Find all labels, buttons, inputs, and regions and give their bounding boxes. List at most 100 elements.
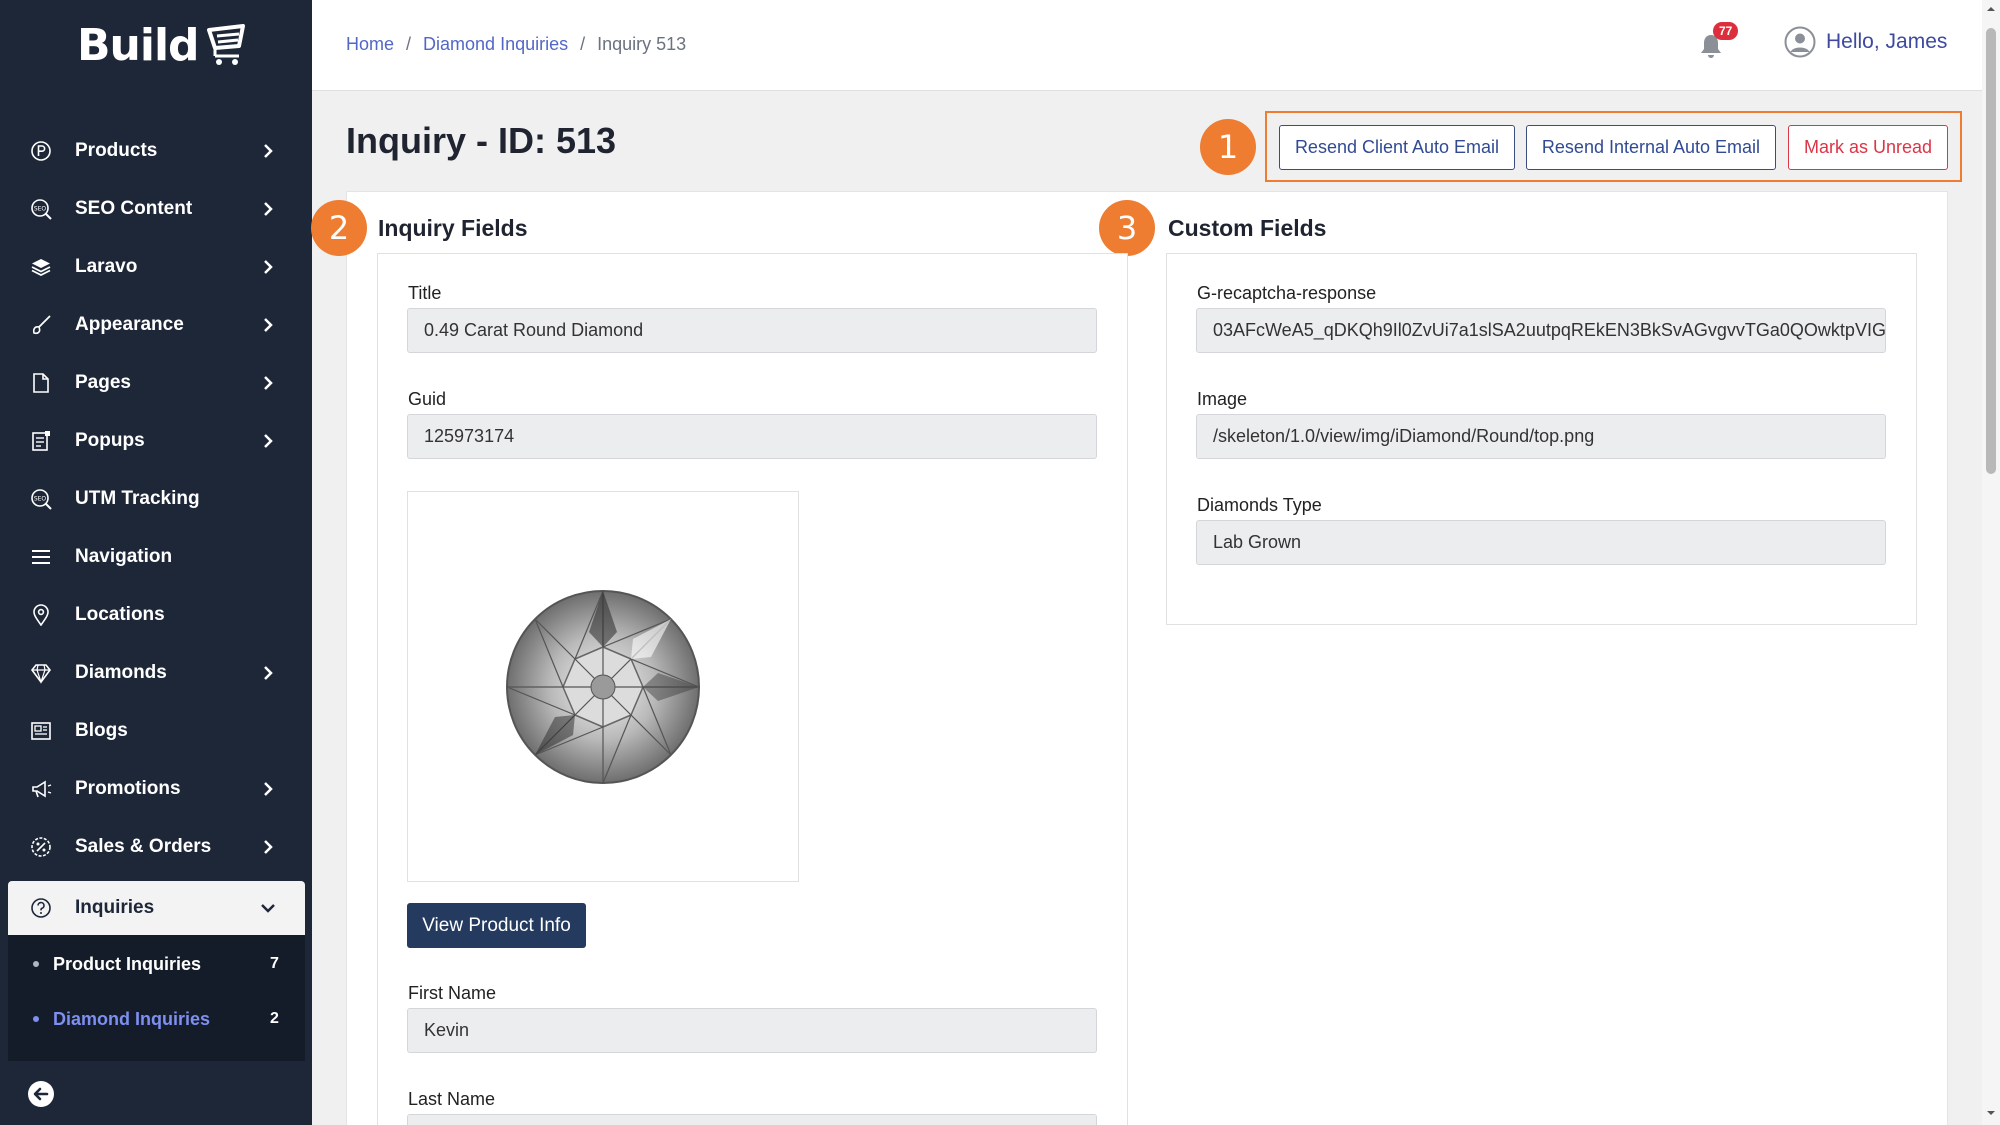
sidebar-item-sales-orders[interactable]: Sales & Orders	[8, 820, 305, 874]
sidebar-item-label: Navigation	[75, 546, 173, 567]
recaptcha-label: G-recaptcha-response	[1197, 283, 1377, 303]
sidebar-item-pages[interactable]: Pages	[8, 356, 305, 410]
step-marker-1: 1	[1200, 119, 1256, 175]
chevron-right-icon	[264, 318, 273, 332]
breadcrumb-separator: /	[580, 34, 586, 54]
brush-icon	[28, 312, 54, 338]
round-diamond-image	[506, 589, 700, 784]
sidebar-item-laravo[interactable]: Laravo	[8, 240, 305, 294]
bullet-dot	[33, 961, 39, 967]
submenu-item-count: 2	[270, 1010, 279, 1027]
view-product-info-button[interactable]: View Product Info	[407, 903, 586, 948]
sidebar-item-label: Blogs	[75, 720, 128, 741]
title-label: Title	[408, 283, 442, 303]
sidebar-item-label: UTM Tracking	[75, 488, 200, 509]
chevron-right-icon	[264, 840, 273, 854]
diamonds-type-field[interactable]: Lab Grown	[1196, 520, 1886, 565]
sidebar-item-navigation[interactable]: Navigation	[8, 530, 305, 584]
page-scrollbar[interactable]	[1982, 0, 2000, 1125]
breadcrumb: Home / Diamond Inquiries / Inquiry 513	[346, 34, 686, 55]
sidebar-item-label: Sales & Orders	[75, 836, 212, 857]
logo[interactable]: Build	[77, 20, 247, 71]
sidebar-item-utm-tracking[interactable]: SEO UTM Tracking	[8, 472, 305, 526]
breadcrumb-current: Inquiry 513	[597, 34, 687, 54]
sidebar-item-label: Locations	[75, 604, 165, 625]
layers-icon	[28, 254, 54, 280]
sidebar-item-seo-content[interactable]: SEO SEO Content	[8, 182, 305, 236]
percent-badge-icon	[28, 834, 54, 860]
chevron-down-icon	[261, 904, 275, 913]
scroll-down-arrow-icon[interactable]	[1986, 1108, 1996, 1118]
newspaper-icon	[28, 718, 54, 744]
submenu-item-label: Diamond Inquiries	[53, 1008, 211, 1029]
sidebar-item-locations[interactable]: Locations	[8, 588, 305, 642]
resend-client-email-button[interactable]: Resend Client Auto Email	[1279, 125, 1515, 170]
svg-text:SEO: SEO	[34, 206, 47, 213]
product-p-icon	[28, 138, 54, 164]
image-label: Image	[1197, 389, 1248, 409]
sidebar-item-appearance[interactable]: Appearance	[8, 298, 305, 352]
first-name-field[interactable]: Kevin	[407, 1008, 1097, 1053]
sidebar-item-label: Pages	[75, 372, 131, 393]
svg-text:SEO: SEO	[34, 496, 47, 503]
chevron-right-icon	[264, 782, 273, 796]
step-marker-2: 2	[311, 200, 367, 256]
sidebar-item-label: SEO Content	[75, 198, 193, 219]
image-path-field[interactable]: /skeleton/1.0/view/img/iDiamond/Round/to…	[1196, 414, 1886, 459]
submenu-item-count: 7	[270, 955, 279, 972]
location-pin-icon	[28, 602, 54, 628]
last-name-label: Last Name	[408, 1089, 496, 1109]
menu-icon	[28, 544, 54, 570]
scrollbar-thumb[interactable]	[1986, 28, 1996, 474]
title-field[interactable]: 0.49 Carat Round Diamond	[407, 308, 1097, 353]
top-bar: Home / Diamond Inquiries / Inquiry 513 7…	[312, 0, 1982, 91]
diamonds-type-label: Diamonds Type	[1197, 495, 1322, 515]
popup-icon	[28, 428, 54, 454]
sidebar-item-label: Promotions	[75, 778, 181, 799]
notification-badge: 77	[1713, 22, 1739, 40]
sidebar-item-diamonds[interactable]: Diamonds	[8, 646, 305, 700]
chevron-right-icon	[264, 434, 273, 448]
diamond-image	[407, 491, 799, 882]
breadcrumb-diamond-inquiries[interactable]: Diamond Inquiries	[423, 34, 568, 55]
sidebar-item-label: Appearance	[75, 314, 184, 335]
arrow-left-icon	[33, 1087, 49, 1101]
breadcrumb-separator: /	[406, 34, 412, 54]
user-avatar-icon	[1784, 26, 1816, 58]
resend-internal-email-button[interactable]: Resend Internal Auto Email	[1526, 125, 1776, 170]
seo-icon: SEO	[28, 196, 54, 222]
recaptcha-field[interactable]: 03AFcWeA5_qDKQh9Il0ZvUi7a1slSA2uutpqREkE…	[1196, 308, 1886, 353]
sidebar-item-label: Diamonds	[75, 662, 167, 683]
sidebar-item-inquiries[interactable]: Inquiries	[8, 881, 305, 935]
diamond-icon	[28, 660, 54, 686]
chevron-right-icon	[264, 376, 273, 390]
sidebar-item-products[interactable]: Products	[8, 124, 305, 178]
sidebar-item-label: Laravo	[75, 256, 138, 277]
chevron-right-icon	[264, 202, 273, 216]
first-name-label: First Name	[408, 983, 497, 1003]
sidebar-item-popups[interactable]: Popups	[8, 414, 305, 468]
seo-icon: SEO	[28, 486, 54, 512]
sidebar: Build Products SEO SEO Content Laravo Ap…	[0, 0, 312, 1125]
user-menu[interactable]: Hello, James	[1784, 26, 1947, 58]
cart-icon	[206, 24, 245, 65]
sidebar-item-label: Inquiries	[75, 897, 155, 918]
mark-as-unread-button[interactable]: Mark as Unread	[1788, 125, 1948, 170]
last-name-field[interactable]	[407, 1114, 1097, 1125]
guid-label: Guid	[408, 389, 447, 409]
submenu-item-diamond-inquiries[interactable]: Diamond Inquiries 2	[8, 999, 305, 1039]
sidebar-item-blogs[interactable]: Blogs	[8, 704, 305, 758]
inquiries-submenu: Product Inquiries 7 Diamond Inquiries 2	[8, 935, 305, 1061]
megaphone-icon	[28, 776, 54, 802]
scroll-up-arrow-icon[interactable]	[1986, 4, 1996, 14]
breadcrumb-home[interactable]: Home	[346, 34, 394, 55]
bullet-dot	[33, 1016, 39, 1022]
custom-fields-heading: Custom Fields	[1168, 215, 1327, 241]
submenu-item-product-inquiries[interactable]: Product Inquiries 7	[8, 944, 305, 984]
guid-field[interactable]: 125973174	[407, 414, 1097, 459]
inquiry-fields-heading: Inquiry Fields	[378, 215, 528, 241]
sidebar-item-promotions[interactable]: Promotions	[8, 762, 305, 816]
chevron-right-icon	[264, 144, 273, 158]
sidebar-collapse-button[interactable]	[28, 1081, 54, 1107]
question-circle-icon	[28, 895, 54, 921]
